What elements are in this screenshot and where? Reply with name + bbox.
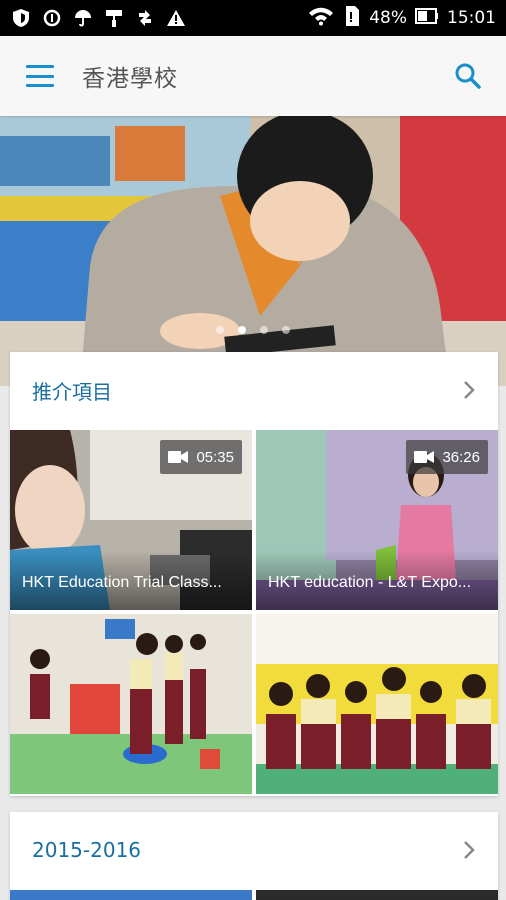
no-sim-icon (343, 5, 361, 32)
battery-percent: 48% (369, 8, 407, 28)
system-status: 48% 15:01 (307, 5, 496, 32)
umbrella-icon (72, 7, 94, 29)
duration-text: 05:35 (196, 448, 234, 466)
year-section: 2015-2016 (10, 812, 498, 900)
wifi-icon (307, 6, 335, 31)
duration-badge: 05:35 (160, 440, 242, 474)
photo-tile[interactable] (256, 614, 498, 794)
hero-carousel[interactable] (0, 116, 506, 386)
menu-icon[interactable] (26, 65, 54, 87)
data-saver-icon (41, 7, 63, 29)
photo-tile[interactable] (10, 614, 252, 794)
photo-thumbnail (10, 614, 252, 794)
carousel-dot[interactable] (216, 326, 224, 334)
section-title: 2015-2016 (32, 838, 142, 862)
featured-section-header[interactable]: 推介項目 (10, 352, 498, 428)
video-title: HKT Education Trial Class... (22, 574, 222, 591)
video-title: HKT education - L&T Expo... (268, 574, 472, 591)
app-bar: 香港學校 (0, 36, 506, 116)
carousel-dot-active[interactable] (238, 326, 246, 334)
chevron-right-icon (464, 841, 475, 859)
carousel-dot[interactable] (260, 326, 268, 334)
video-tile[interactable]: 05:35 HKT Education Trial Class... (10, 430, 252, 610)
hero-image (0, 116, 506, 386)
thumbnail-peek (256, 890, 498, 900)
section-title: 推介項目 (32, 379, 112, 404)
battery-icon (415, 7, 439, 30)
duration-badge: 36:26 (406, 440, 488, 474)
status-bar: 48% 15:01 (0, 0, 506, 36)
video-camera-icon (414, 451, 435, 463)
carousel-dot[interactable] (282, 326, 290, 334)
video-camera-icon (168, 451, 189, 463)
duration-text: 36:26 (442, 448, 480, 466)
warning-icon (165, 7, 187, 29)
year-section-header[interactable]: 2015-2016 (10, 812, 498, 888)
featured-section: 推介項目 05:35 HKT Education Trial Class... (10, 352, 498, 796)
chevron-right-icon (464, 381, 475, 399)
notification-icons (10, 7, 187, 29)
paint-roller-icon (103, 7, 125, 29)
thumbnail-peek (10, 890, 252, 900)
app-title: 香港學校 (82, 66, 178, 92)
video-tile[interactable]: 36:26 HKT education - L&T Expo... (256, 430, 498, 610)
photo-thumbnail (256, 614, 498, 794)
carousel-indicators (0, 326, 506, 334)
search-icon[interactable] (454, 62, 482, 90)
clock: 15:01 (447, 8, 496, 28)
sync-arrows-icon (134, 7, 156, 29)
shield-icon (10, 7, 32, 29)
